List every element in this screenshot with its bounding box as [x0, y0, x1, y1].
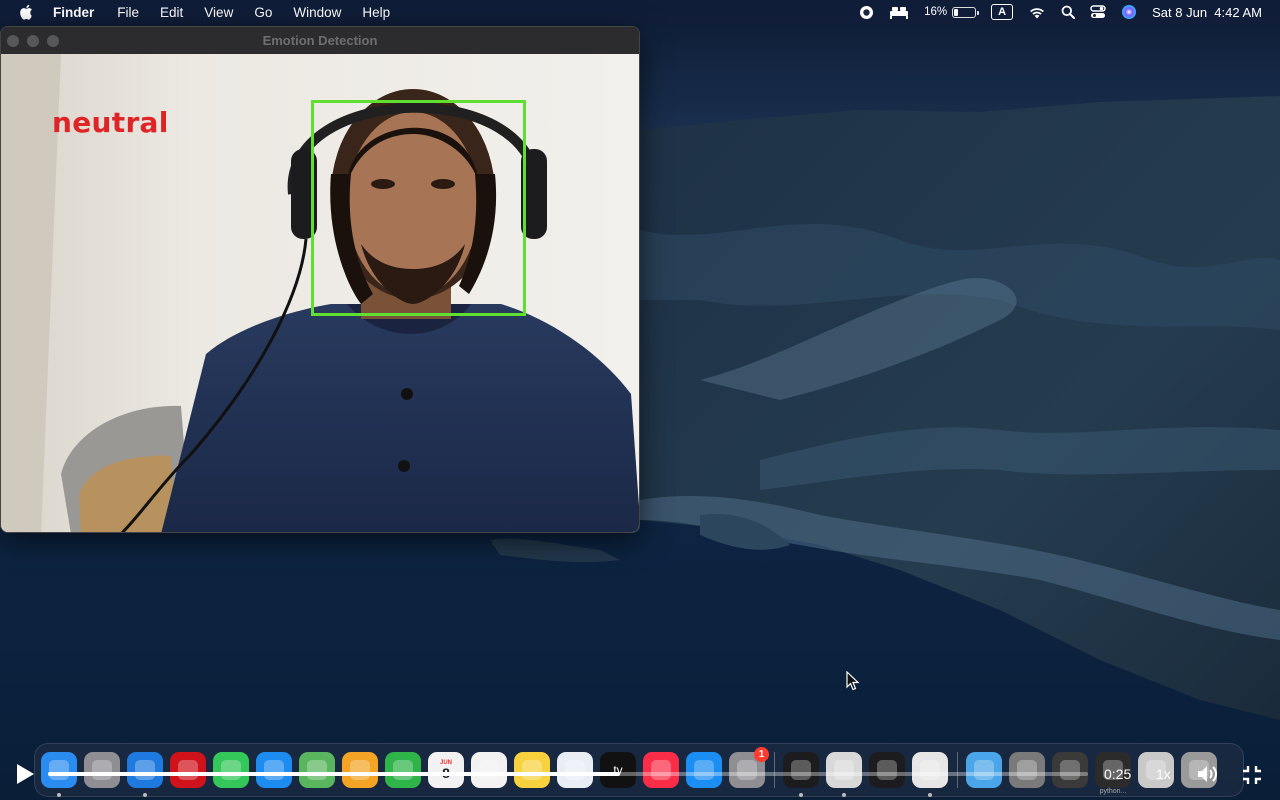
activity-monitor-icon — [877, 760, 897, 780]
play-icon[interactable] — [14, 762, 36, 786]
app-store-icon — [694, 760, 714, 780]
running-indicator — [57, 793, 61, 797]
opera-icon — [178, 760, 198, 780]
dock-activity-monitor[interactable] — [869, 752, 905, 788]
dock-photos[interactable] — [342, 752, 378, 788]
dock-separator — [774, 752, 775, 788]
screen-record-icon[interactable] — [859, 5, 874, 20]
menu-help[interactable]: Help — [362, 5, 390, 20]
freeform-icon — [565, 760, 585, 780]
dock-maps[interactable] — [299, 752, 335, 788]
dock-messages[interactable] — [213, 752, 249, 788]
notes-icon — [522, 760, 542, 780]
video-progress-fill — [48, 772, 620, 776]
maps-icon — [307, 760, 327, 780]
dock-reminders[interactable] — [471, 752, 507, 788]
menu-window[interactable]: Window — [293, 5, 341, 20]
menu-bar: Finder File Edit View Go Window Help 16%… — [0, 0, 1280, 24]
dock-music[interactable] — [643, 752, 679, 788]
dock-launchpad[interactable] — [84, 752, 120, 788]
bed-icon[interactable] — [889, 5, 909, 19]
siri-icon[interactable] — [1121, 4, 1137, 20]
battery-icon — [952, 6, 980, 18]
calendar-icon: JUN8 — [439, 760, 452, 780]
dock-webcam[interactable] — [826, 752, 862, 797]
control-center-icon[interactable] — [1090, 5, 1106, 19]
folder-icon — [974, 760, 994, 780]
dock: JUN8 tv 1 python... — [34, 743, 1244, 797]
launchpad-icon — [92, 760, 112, 780]
dock-terminal[interactable] — [783, 752, 819, 797]
face-bounding-box — [311, 100, 526, 316]
finder-icon — [49, 760, 69, 780]
dock-facetime[interactable] — [385, 752, 421, 788]
safari-icon — [135, 760, 155, 780]
battery-percent: 16% — [924, 6, 948, 18]
close-button[interactable] — [7, 34, 19, 47]
emotion-label: neutral — [52, 106, 169, 139]
dock-apple-tv[interactable]: tv — [600, 752, 636, 788]
preview-icon — [1017, 760, 1037, 780]
facetime-icon — [393, 760, 413, 780]
menubar-clock[interactable]: Sat 8 Jun 4:42 AM — [1152, 5, 1262, 20]
running-indicator — [143, 793, 147, 797]
playback-speed-button[interactable]: 1x — [1156, 766, 1171, 782]
notification-badge: 1 — [754, 747, 769, 762]
dock-item-label: python... — [1099, 788, 1127, 795]
battery-fill — [954, 8, 958, 16]
mouse-pointer-icon — [846, 671, 860, 691]
menu-file[interactable]: File — [117, 5, 139, 20]
dock-downloads-folder[interactable] — [966, 752, 1002, 788]
minimize-button[interactable] — [27, 34, 39, 47]
dock-document[interactable] — [912, 752, 948, 797]
dock-mail[interactable] — [256, 752, 292, 788]
menu-go[interactable]: Go — [254, 5, 272, 20]
dock-freeform[interactable] — [557, 752, 593, 788]
terminal-icon — [791, 760, 811, 780]
apple-menu-icon[interactable] — [19, 4, 33, 20]
running-indicator — [799, 793, 803, 797]
document-icon — [920, 760, 940, 780]
menu-edit[interactable]: Edit — [160, 5, 183, 20]
emotion-detection-window: Emotion Detection neutral — [0, 26, 640, 533]
window-titlebar[interactable]: Emotion Detection — [1, 27, 639, 54]
dock-safari[interactable] — [127, 752, 163, 797]
spotlight-search-icon[interactable] — [1061, 5, 1076, 19]
photos-icon — [350, 760, 370, 780]
menu-app-name[interactable]: Finder — [53, 5, 94, 20]
volume-icon[interactable] — [1196, 763, 1220, 785]
menu-view[interactable]: View — [204, 5, 233, 20]
dock-finder[interactable] — [41, 752, 77, 797]
running-indicator — [842, 793, 846, 797]
exit-fullscreen-icon[interactable] — [1241, 764, 1263, 786]
reminders-icon — [479, 760, 499, 780]
dock-calendar[interactable]: JUN8 — [428, 752, 464, 788]
system-settings-icon — [737, 760, 757, 780]
webcam-icon — [834, 760, 854, 780]
battery-status[interactable]: 16% — [924, 6, 980, 18]
video-progress-bar[interactable] — [48, 772, 1088, 776]
input-source-icon[interactable]: A — [991, 4, 1014, 20]
dock-system-settings[interactable]: 1 — [729, 747, 769, 788]
mail-icon — [264, 760, 284, 780]
dock-app-store[interactable] — [686, 752, 722, 788]
running-indicator — [928, 793, 932, 797]
video-current-time: 0:25 — [1104, 766, 1132, 782]
window-title: Emotion Detection — [262, 33, 378, 48]
dock-opera[interactable] — [170, 752, 206, 788]
dock-separator — [957, 752, 958, 788]
zoom-button[interactable] — [47, 34, 59, 47]
dock-notes[interactable] — [514, 752, 550, 788]
music-icon — [651, 760, 671, 780]
dock-preview-thumbnail[interactable] — [1009, 752, 1045, 788]
dock-screenshot-thumbnail[interactable] — [1052, 752, 1088, 788]
messages-icon — [221, 760, 241, 780]
wifi-icon[interactable] — [1028, 5, 1046, 19]
screenshot-icon — [1060, 760, 1080, 780]
